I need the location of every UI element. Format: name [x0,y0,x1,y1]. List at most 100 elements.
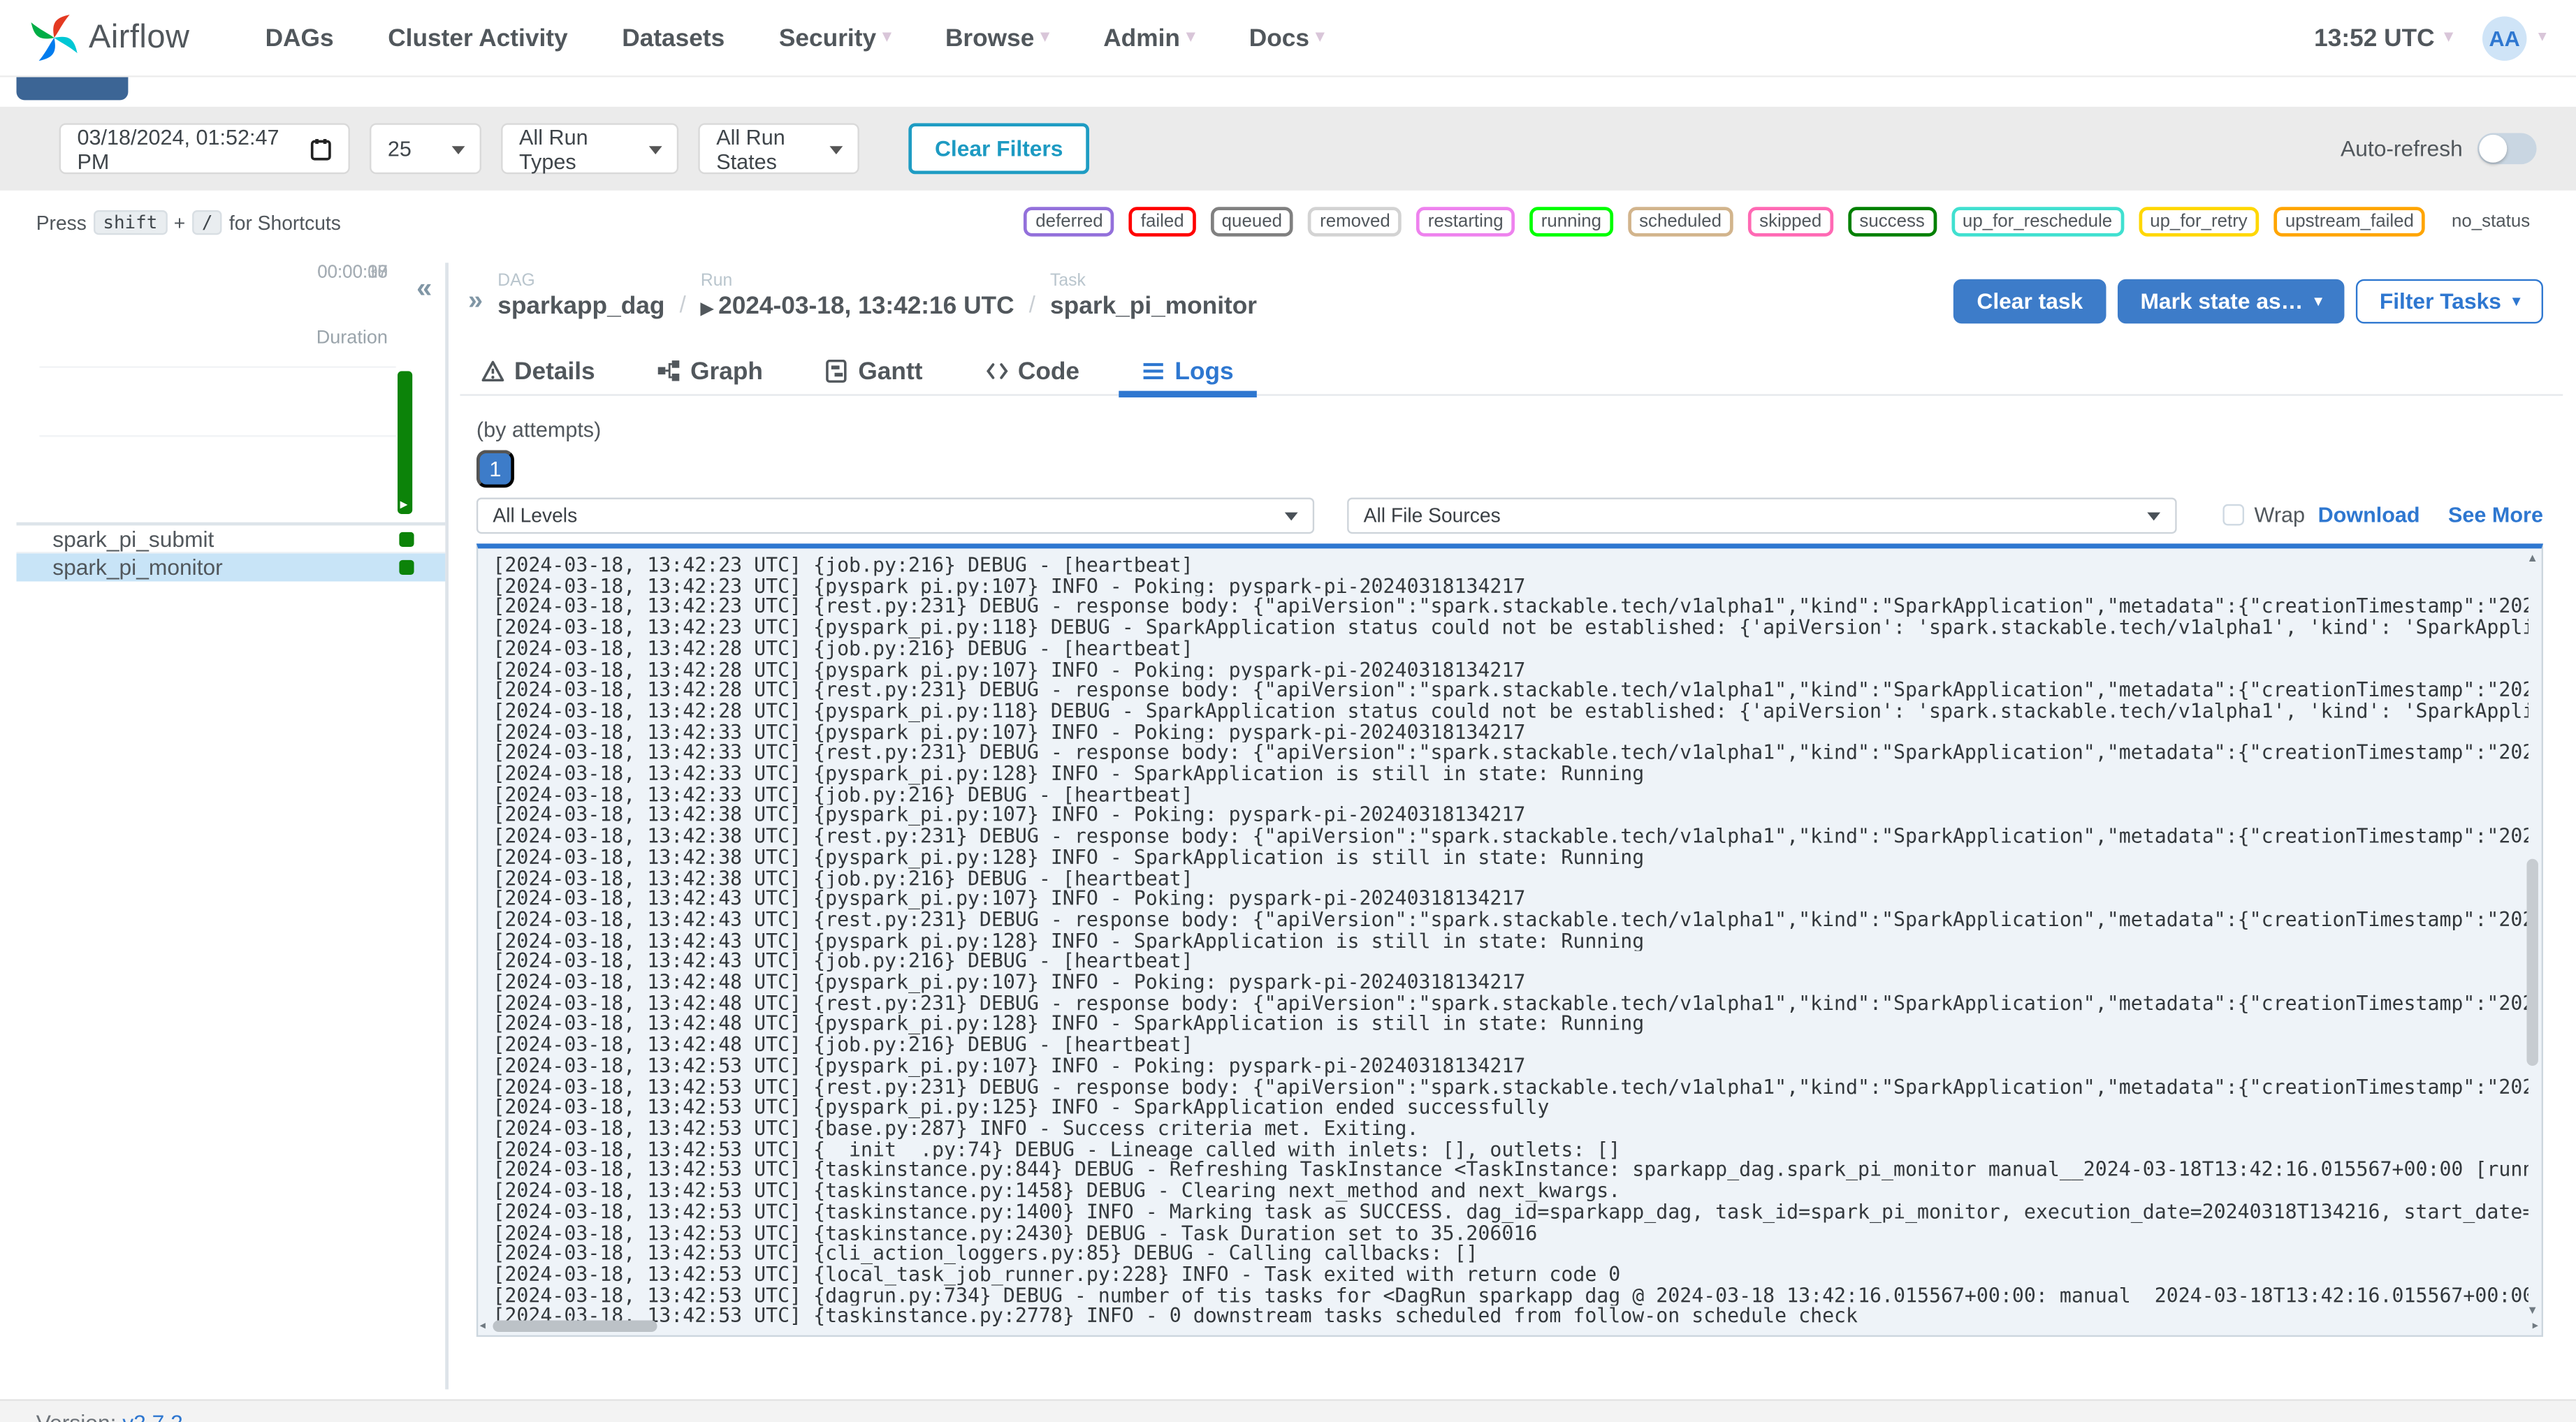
log-viewer[interactable]: [2024-03-18, 13:42:23 UTC] {job.py:216} … [476,543,2543,1337]
run-duration-bar[interactable]: ▶ [398,371,413,514]
scroll-left-icon[interactable]: ◂ [480,1319,486,1332]
log-line: [2024-03-18, 13:42:53 UTC] {pyspark_pi.p… [493,1097,1550,1119]
code-icon [985,363,1007,379]
log-line: [2024-03-18, 13:42:43 UTC] {pyspark_pi.p… [493,930,1645,952]
auto-refresh-toggle[interactable] [2477,133,2537,165]
run-states-select[interactable]: All Run States [698,123,859,175]
shortcut-text: for Shortcuts [228,211,341,235]
breadcrumb-dag[interactable]: DAG sparkapp_dag [497,271,664,321]
status-badge[interactable]: removed [1308,207,1402,237]
attempt-1-button[interactable]: 1 [476,450,514,488]
scroll-up-icon[interactable]: ▲ [2526,553,2538,564]
status-badge[interactable]: up_for_retry [2138,207,2260,237]
status-badge[interactable]: queued [1210,207,1294,237]
chevron-down-icon: ▾ [1186,27,1195,46]
vertical-scrollbar[interactable]: ▲ ▼ [2525,553,2540,1317]
nav-item-label: Security [778,24,877,52]
collapse-sidebar-icon[interactable]: « [416,272,432,305]
run-value: ▶ 2024-03-18, 13:42:16 UTC [700,292,1014,321]
scroll-down-icon[interactable]: ▼ [2526,1305,2538,1317]
log-line: [2024-03-18, 13:42:33 UTC] {pyspark_pi.p… [493,721,1526,743]
task-state-square[interactable] [398,531,414,546]
task-state-square[interactable] [398,559,414,574]
filter-tasks-button[interactable]: Filter Tasks ▾ [2356,279,2543,324]
run-types-value: All Run Types [519,124,588,174]
status-badge[interactable]: upstream_failed [2273,207,2426,237]
nav-item-label: Docs [1249,24,1310,52]
task-row[interactable]: spark_pi_monitor [16,553,446,582]
warning-icon [481,360,504,382]
status-badge[interactable]: failed [1129,207,1196,237]
tab-gantt[interactable]: Gantt [822,348,926,394]
vertical-scroll-thumb[interactable] [2526,858,2538,1065]
horizontal-scrollbar[interactable]: ◂ ▸ [480,1319,2538,1333]
download-link[interactable]: Download [2318,503,2420,527]
task-row[interactable]: spark_pi_submit [16,525,446,554]
see-more-link[interactable]: See More [2448,503,2543,527]
status-badge[interactable]: skipped [1747,207,1833,237]
nav-item[interactable]: Docs ▾ [1249,24,1325,52]
log-line: [2024-03-18, 13:42:48 UTC] {pyspark_pi.p… [493,1013,1645,1035]
breadcrumb-separator: / [679,291,686,317]
log-line: [2024-03-18, 13:42:43 UTC] {rest.py:231}… [493,909,2528,931]
status-badge[interactable]: no_status [2440,207,2542,236]
manual-run-icon: ▶ [700,300,714,319]
scroll-right-icon[interactable]: ▸ [2533,1319,2538,1332]
tab-details[interactable]: Details [478,348,598,394]
nav-item-label: Cluster Activity [388,24,568,52]
log-line: [2024-03-18, 13:42:38 UTC] {job.py:216} … [493,867,1193,889]
grid-view-button-partial[interactable] [16,77,129,101]
tab-graph[interactable]: Graph [654,348,766,394]
log-levels-select[interactable]: All Levels [476,497,1315,534]
log-line: [2024-03-18, 13:42:48 UTC] {rest.py:231}… [493,993,2528,1014]
status-badge[interactable]: success [1847,207,1937,237]
horizontal-scroll-thumb[interactable] [493,1320,657,1332]
log-line: [2024-03-18, 13:42:23 UTC] {pyspark_pi.p… [493,576,1526,597]
nav-item[interactable]: Cluster Activity [388,24,567,52]
log-line: [2024-03-18, 13:42:43 UTC] {job.py:216} … [493,951,1193,973]
mark-state-button[interactable]: Mark state as… ▾ [2117,279,2345,324]
expand-panel-icon[interactable]: » [468,287,483,320]
shortcut-text: Press [36,211,87,235]
user-menu[interactable]: AA ▾ [2482,15,2547,60]
task-value: spark_pi_monitor [1050,292,1258,321]
nav-item[interactable]: Security ▾ [779,24,891,52]
status-badge[interactable]: restarting [1416,207,1515,237]
tab-logs[interactable]: Logs [1119,348,1257,397]
wrap-checkbox[interactable] [2222,504,2245,526]
run-types-select[interactable]: All Run Types [501,123,679,175]
log-line: [2024-03-18, 13:42:48 UTC] {job.py:216} … [493,1034,1193,1056]
task-name: spark_pi_submit [52,526,214,551]
file-sources-select[interactable]: All File Sources [1347,497,2177,534]
clear-task-button[interactable]: Clear task [1953,279,2106,324]
wrap-toggle[interactable]: Wrap [2222,503,2305,527]
nav-item[interactable]: Admin ▾ [1103,24,1195,52]
clock-menu[interactable]: 13:52 UTC ▾ [2314,24,2452,52]
clear-filters-button[interactable]: Clear Filters [908,123,1090,175]
nav-item-label: Admin [1103,24,1180,52]
status-badge[interactable]: up_for_reschedule [1951,207,2124,237]
nav-item[interactable]: DAGs [265,24,334,52]
run-label: Run [700,270,733,291]
status-badge[interactable]: scheduled [1627,207,1733,237]
breadcrumb-task[interactable]: Task spark_pi_monitor [1050,271,1257,321]
by-attempts-label: (by attempts) [476,417,602,442]
airflow-logo-icon [31,15,78,61]
nav-item[interactable]: Datasets [622,24,725,52]
grid-sidebar: « Duration 00:00:37 00:00:18 00:00:00 ▶ sp… [16,263,449,1390]
log-line: [2024-03-18, 13:42:53 UTC] {taskinstance… [493,1222,1538,1244]
log-line: [2024-03-18, 13:42:38 UTC] {pyspark_pi.p… [493,805,1526,827]
base-date-input[interactable]: 03/18/2024, 01:52:47 PM [59,123,350,175]
version-link[interactable]: v2.7.2 [122,1411,182,1422]
nav-item[interactable]: Browse ▾ [945,24,1049,52]
airflow-brand[interactable]: Airflow [29,13,189,63]
tab-code[interactable]: Code [982,348,1083,394]
auto-refresh-label: Auto-refresh [2341,136,2463,161]
chevron-down-icon: ▾ [2444,27,2453,46]
page-size-select[interactable]: 25 [370,123,481,175]
breadcrumb-run[interactable]: Run ▶ 2024-03-18, 13:42:16 UTC [701,271,1014,321]
status-badge[interactable]: deferred [1024,207,1115,237]
status-badge[interactable]: running [1529,207,1613,237]
logs-icon [1143,362,1163,379]
breadcrumb-separator: / [1028,291,1035,317]
